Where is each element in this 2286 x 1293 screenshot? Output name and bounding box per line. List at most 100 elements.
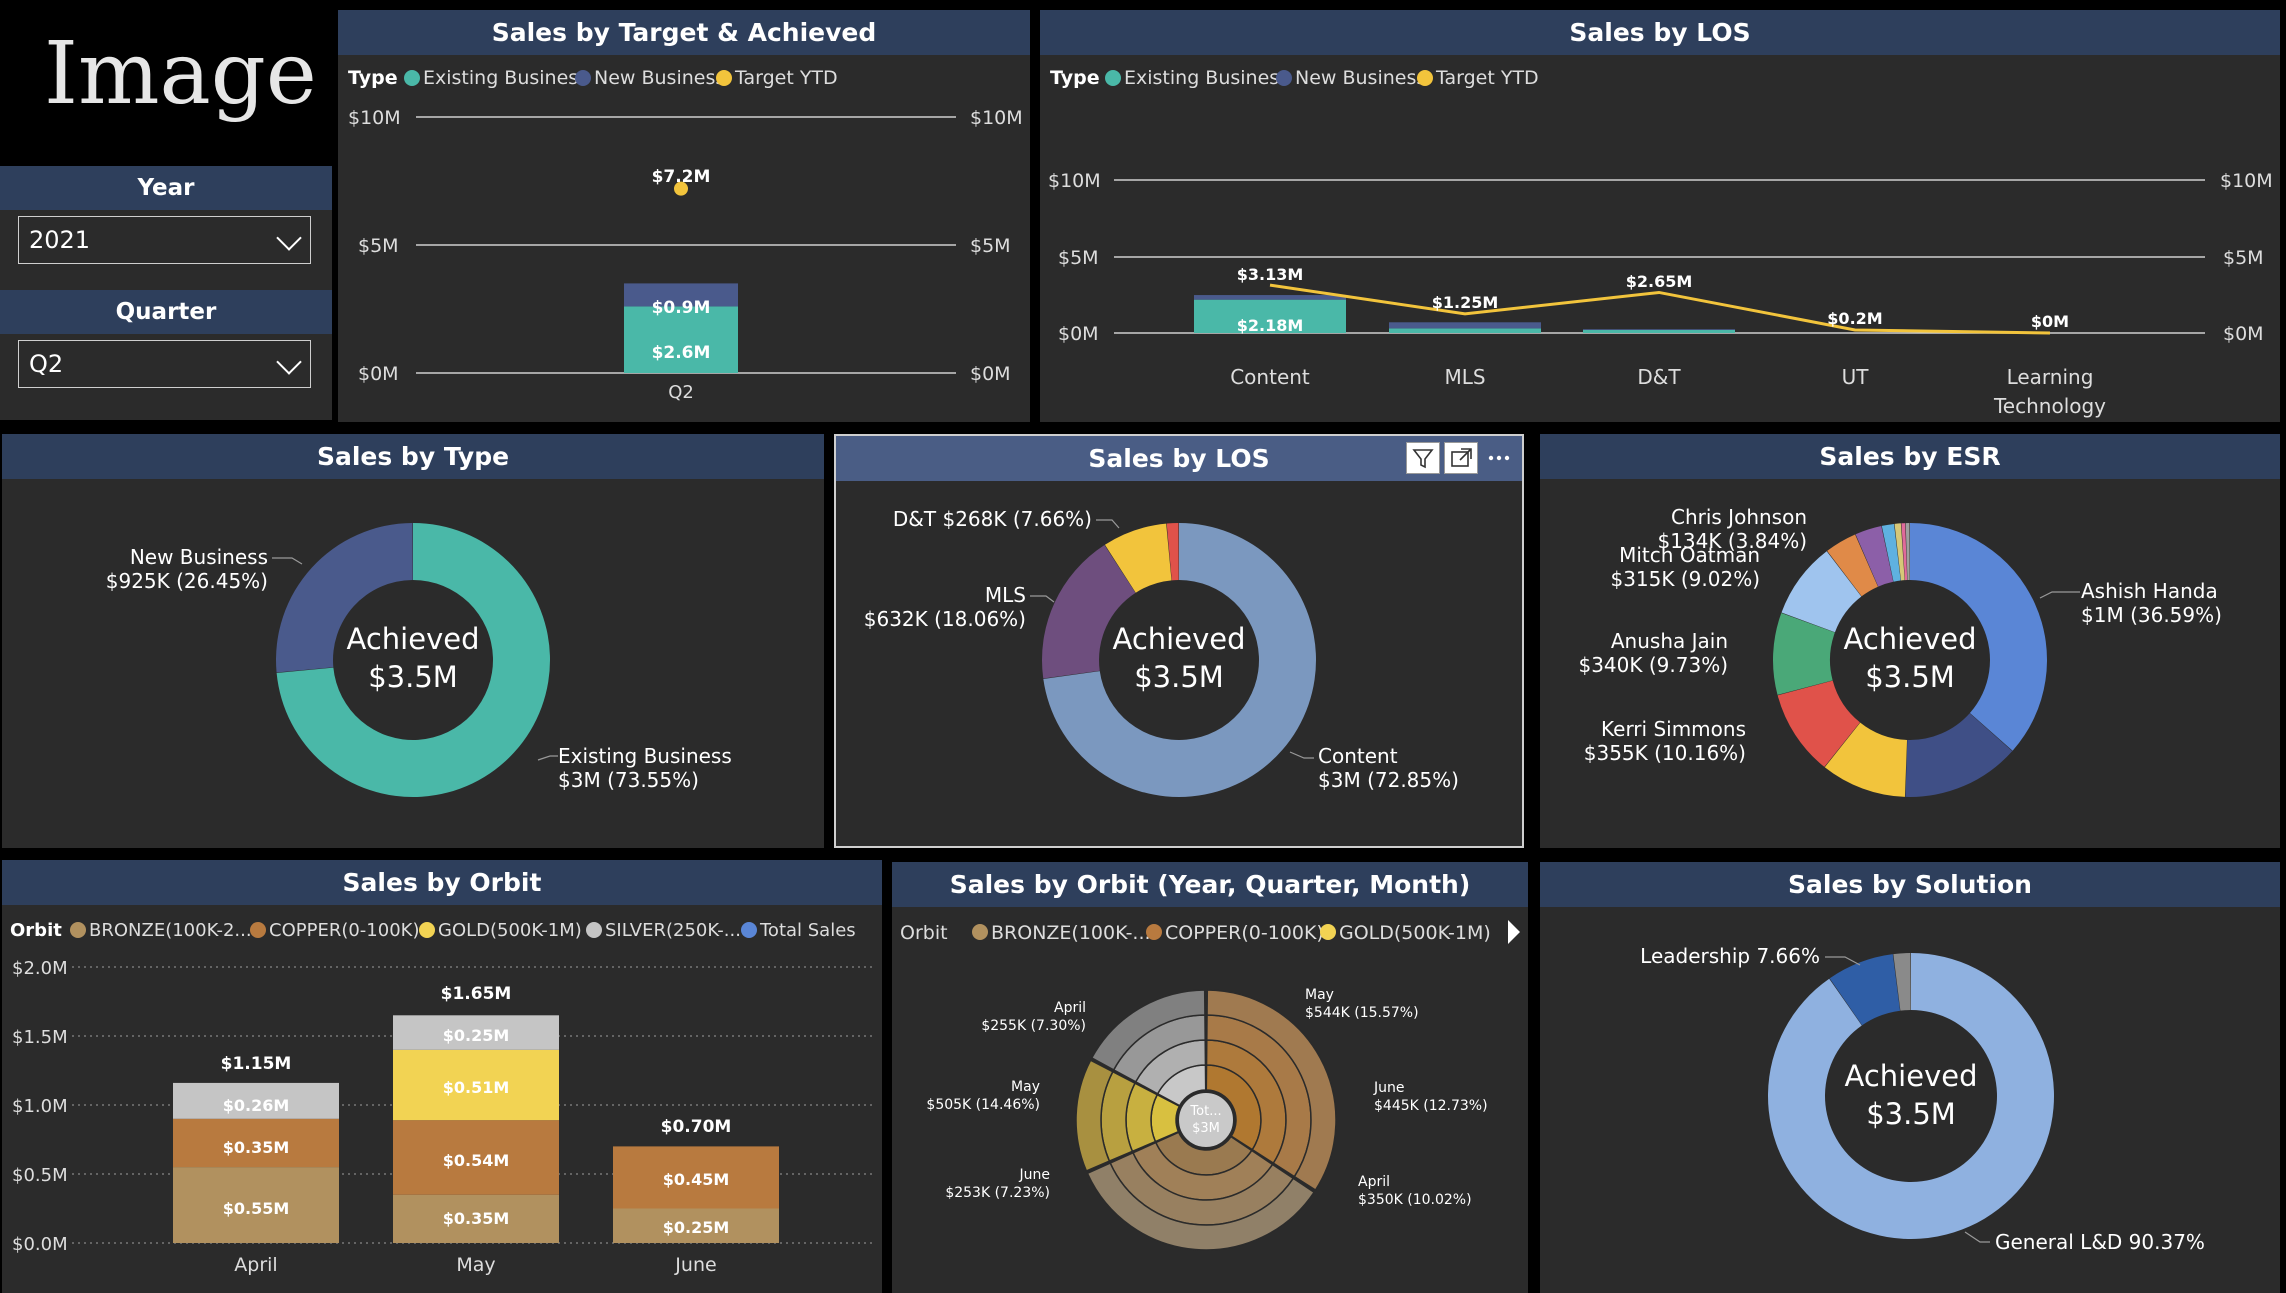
sunburst-center-label: Tot... xyxy=(1189,1104,1221,1119)
legend-new-label: New Business xyxy=(594,67,725,89)
chevron-down-icon xyxy=(276,225,302,251)
label-ut: $0.2M xyxy=(1827,309,1882,328)
label-kerri-value: $355K (10.16%) xyxy=(1584,741,1746,765)
year-dropdown[interactable]: 2021 xyxy=(18,216,311,264)
legend-target-swatch xyxy=(1417,70,1433,86)
bar-existing-2[interactable] xyxy=(1583,329,1735,333)
bar-existing-1[interactable] xyxy=(1389,328,1541,333)
legend-target-label: Target YTD xyxy=(734,67,838,89)
label-dt: $2.65M xyxy=(1626,272,1693,291)
bar-new-0[interactable] xyxy=(1194,295,1346,300)
label-mls-name: MLS xyxy=(985,583,1026,607)
bar-new-2[interactable] xyxy=(1583,329,1735,330)
x-tick-lt-line1: Learning xyxy=(2007,365,2094,389)
type-donut-card[interactable]: Sales by Type Achieved $3.5M New Busines… xyxy=(2,434,824,848)
label-april-bronze: $0.55M xyxy=(223,1199,290,1218)
label-june-total: $0.70M xyxy=(661,1117,732,1137)
solution-donut-center-label: Achieved xyxy=(1845,1059,1978,1093)
leader-line xyxy=(1096,519,1120,529)
orbit-sunburst-chart: Orbit BRONZE(100K-... COPPER(0-100K) GOL… xyxy=(900,920,1520,1251)
y-tick-right-5m: $5M xyxy=(970,235,1011,257)
label-may-silver: $0.25M xyxy=(443,1026,510,1045)
label-may-gold: $0.51M xyxy=(443,1078,510,1097)
legend-gold-label: GOLD(500K-1M) xyxy=(438,920,582,941)
esr-donut-chart: Achieved $3.5M Chris Johnson $134K (3.84… xyxy=(1578,505,2222,797)
solution-donut-card[interactable]: Sales by Solution Achieved $3.5M Leaders… xyxy=(1540,862,2280,1293)
legend-copper-swatch xyxy=(1146,924,1162,940)
legend-existing-swatch xyxy=(1105,70,1121,86)
label-june-right-value: $445K (12.73%) xyxy=(1374,1098,1488,1114)
label-june-left-name: June xyxy=(1019,1167,1051,1183)
label-content-name: Content xyxy=(1318,744,1398,768)
sunburst-center[interactable] xyxy=(1177,1091,1235,1149)
target-achieved-card[interactable]: Sales by Target & Achieved Type Existing… xyxy=(338,10,1030,422)
label-april-left-value: $255K (7.30%) xyxy=(981,1018,1086,1034)
y-tick-0-5m: $0.5M xyxy=(12,1165,68,1186)
legend-total-label: Total Sales xyxy=(759,920,856,941)
y-tick-1-0m: $1.0M xyxy=(12,1096,68,1117)
quarter-dropdown[interactable]: Q2 xyxy=(18,340,311,388)
label-may-top-value: $544K (15.57%) xyxy=(1305,1005,1419,1021)
y-tick-2-0m: $2.0M xyxy=(12,958,68,979)
label-existing-q2: $2.6M xyxy=(652,343,711,363)
label-may-left-value: $505K (14.46%) xyxy=(926,1097,1040,1113)
legend-next-icon[interactable] xyxy=(1508,920,1520,944)
legend-orbit-title: Orbit xyxy=(900,922,948,944)
legend-copper-label: COPPER(0-100K) xyxy=(269,920,419,941)
x-tick-june: June xyxy=(674,1254,716,1276)
legend-gold-label: GOLD(500K-1M) xyxy=(1339,922,1491,944)
orbit-bar-card[interactable]: Sales by Orbit Orbit BRONZE(100K-2... CO… xyxy=(2,860,882,1293)
label-kerri-name: Kerri Simmons xyxy=(1601,717,1746,741)
label-may-total: $1.65M xyxy=(441,984,512,1004)
solution-donut-center-value: $3.5M xyxy=(1866,1097,1956,1131)
legend-silver-label: SILVER(250K-... xyxy=(605,920,741,941)
legend-bronze-swatch xyxy=(972,924,988,940)
legend-bronze-swatch xyxy=(70,922,86,938)
x-tick-ut: UT xyxy=(1842,365,1870,389)
label-new-q2: $0.9M xyxy=(652,298,711,318)
x-tick-mls: MLS xyxy=(1444,365,1485,389)
chevron-down-icon xyxy=(276,349,302,375)
esr-donut-card[interactable]: Sales by ESR Achieved $3.5M Chris Johnso… xyxy=(1540,434,2280,848)
los-line-card[interactable]: Sales by LOS Type Existing Business New … xyxy=(1040,10,2280,422)
legend-new-label: New Business xyxy=(1295,67,1426,89)
label-anusha-name: Anusha Jain xyxy=(1611,629,1728,653)
label-april-silver: $0.26M xyxy=(223,1096,290,1115)
label-mls: $1.25M xyxy=(1432,293,1499,312)
logo-panel: Image xyxy=(0,6,332,164)
legend-gold-swatch xyxy=(1320,924,1336,940)
label-april-total: $1.15M xyxy=(221,1054,292,1074)
type-donut-center-label: Achieved xyxy=(347,622,480,656)
quarter-slicer-label: Quarter xyxy=(0,290,332,334)
label-may-left-name: May xyxy=(1011,1079,1040,1095)
label-may-copper: $0.54M xyxy=(443,1151,510,1170)
year-slicer-label: Year xyxy=(0,166,332,210)
los-donut-center-value: $3.5M xyxy=(1134,660,1224,694)
x-tick-april: April xyxy=(234,1254,277,1276)
y-tick-right-10m: $10M xyxy=(2220,170,2273,192)
label-existing-business-value: $3M (73.55%) xyxy=(558,768,699,792)
label-april-right-value: $350K (10.02%) xyxy=(1358,1192,1472,1208)
label-mitch-name: Mitch Oatman xyxy=(1619,543,1760,567)
label-mls-value: $632K (18.06%) xyxy=(864,607,1026,631)
leader-line xyxy=(1030,595,1055,603)
year-slicer: Year 2021 xyxy=(0,166,332,291)
quarter-slicer: Quarter Q2 xyxy=(0,290,332,420)
orbit-sunburst-card[interactable]: Sales by Orbit (Year, Quarter, Month) Or… xyxy=(892,862,1528,1293)
legend-bronze-label: BRONZE(100K-2... xyxy=(89,920,252,941)
y-tick-0-0m: $0.0M xyxy=(12,1234,68,1255)
bar-new-1[interactable] xyxy=(1389,322,1541,329)
los-line-chart: Type Existing Business New Business Targ… xyxy=(1048,67,2273,418)
los-donut-card[interactable]: Sales by LOS Achieved $3.5M D&T $268K (7… xyxy=(834,434,1524,848)
los-donut-center-label: Achieved xyxy=(1113,622,1246,656)
y-tick-right-10m: $10M xyxy=(970,107,1023,129)
legend-copper-swatch xyxy=(250,922,266,938)
legend-existing-label: Existing Business xyxy=(423,67,588,89)
x-tick-may: May xyxy=(456,1254,495,1276)
y-tick-left-0m: $0M xyxy=(358,363,399,385)
target-line[interactable] xyxy=(1269,283,2051,335)
legend-type-title: Type xyxy=(1050,67,1100,89)
slice-general[interactable] xyxy=(1768,953,2054,1239)
label-may-bronze: $0.35M xyxy=(443,1209,510,1228)
x-tick-lt-line2: Technology xyxy=(1993,394,2106,418)
